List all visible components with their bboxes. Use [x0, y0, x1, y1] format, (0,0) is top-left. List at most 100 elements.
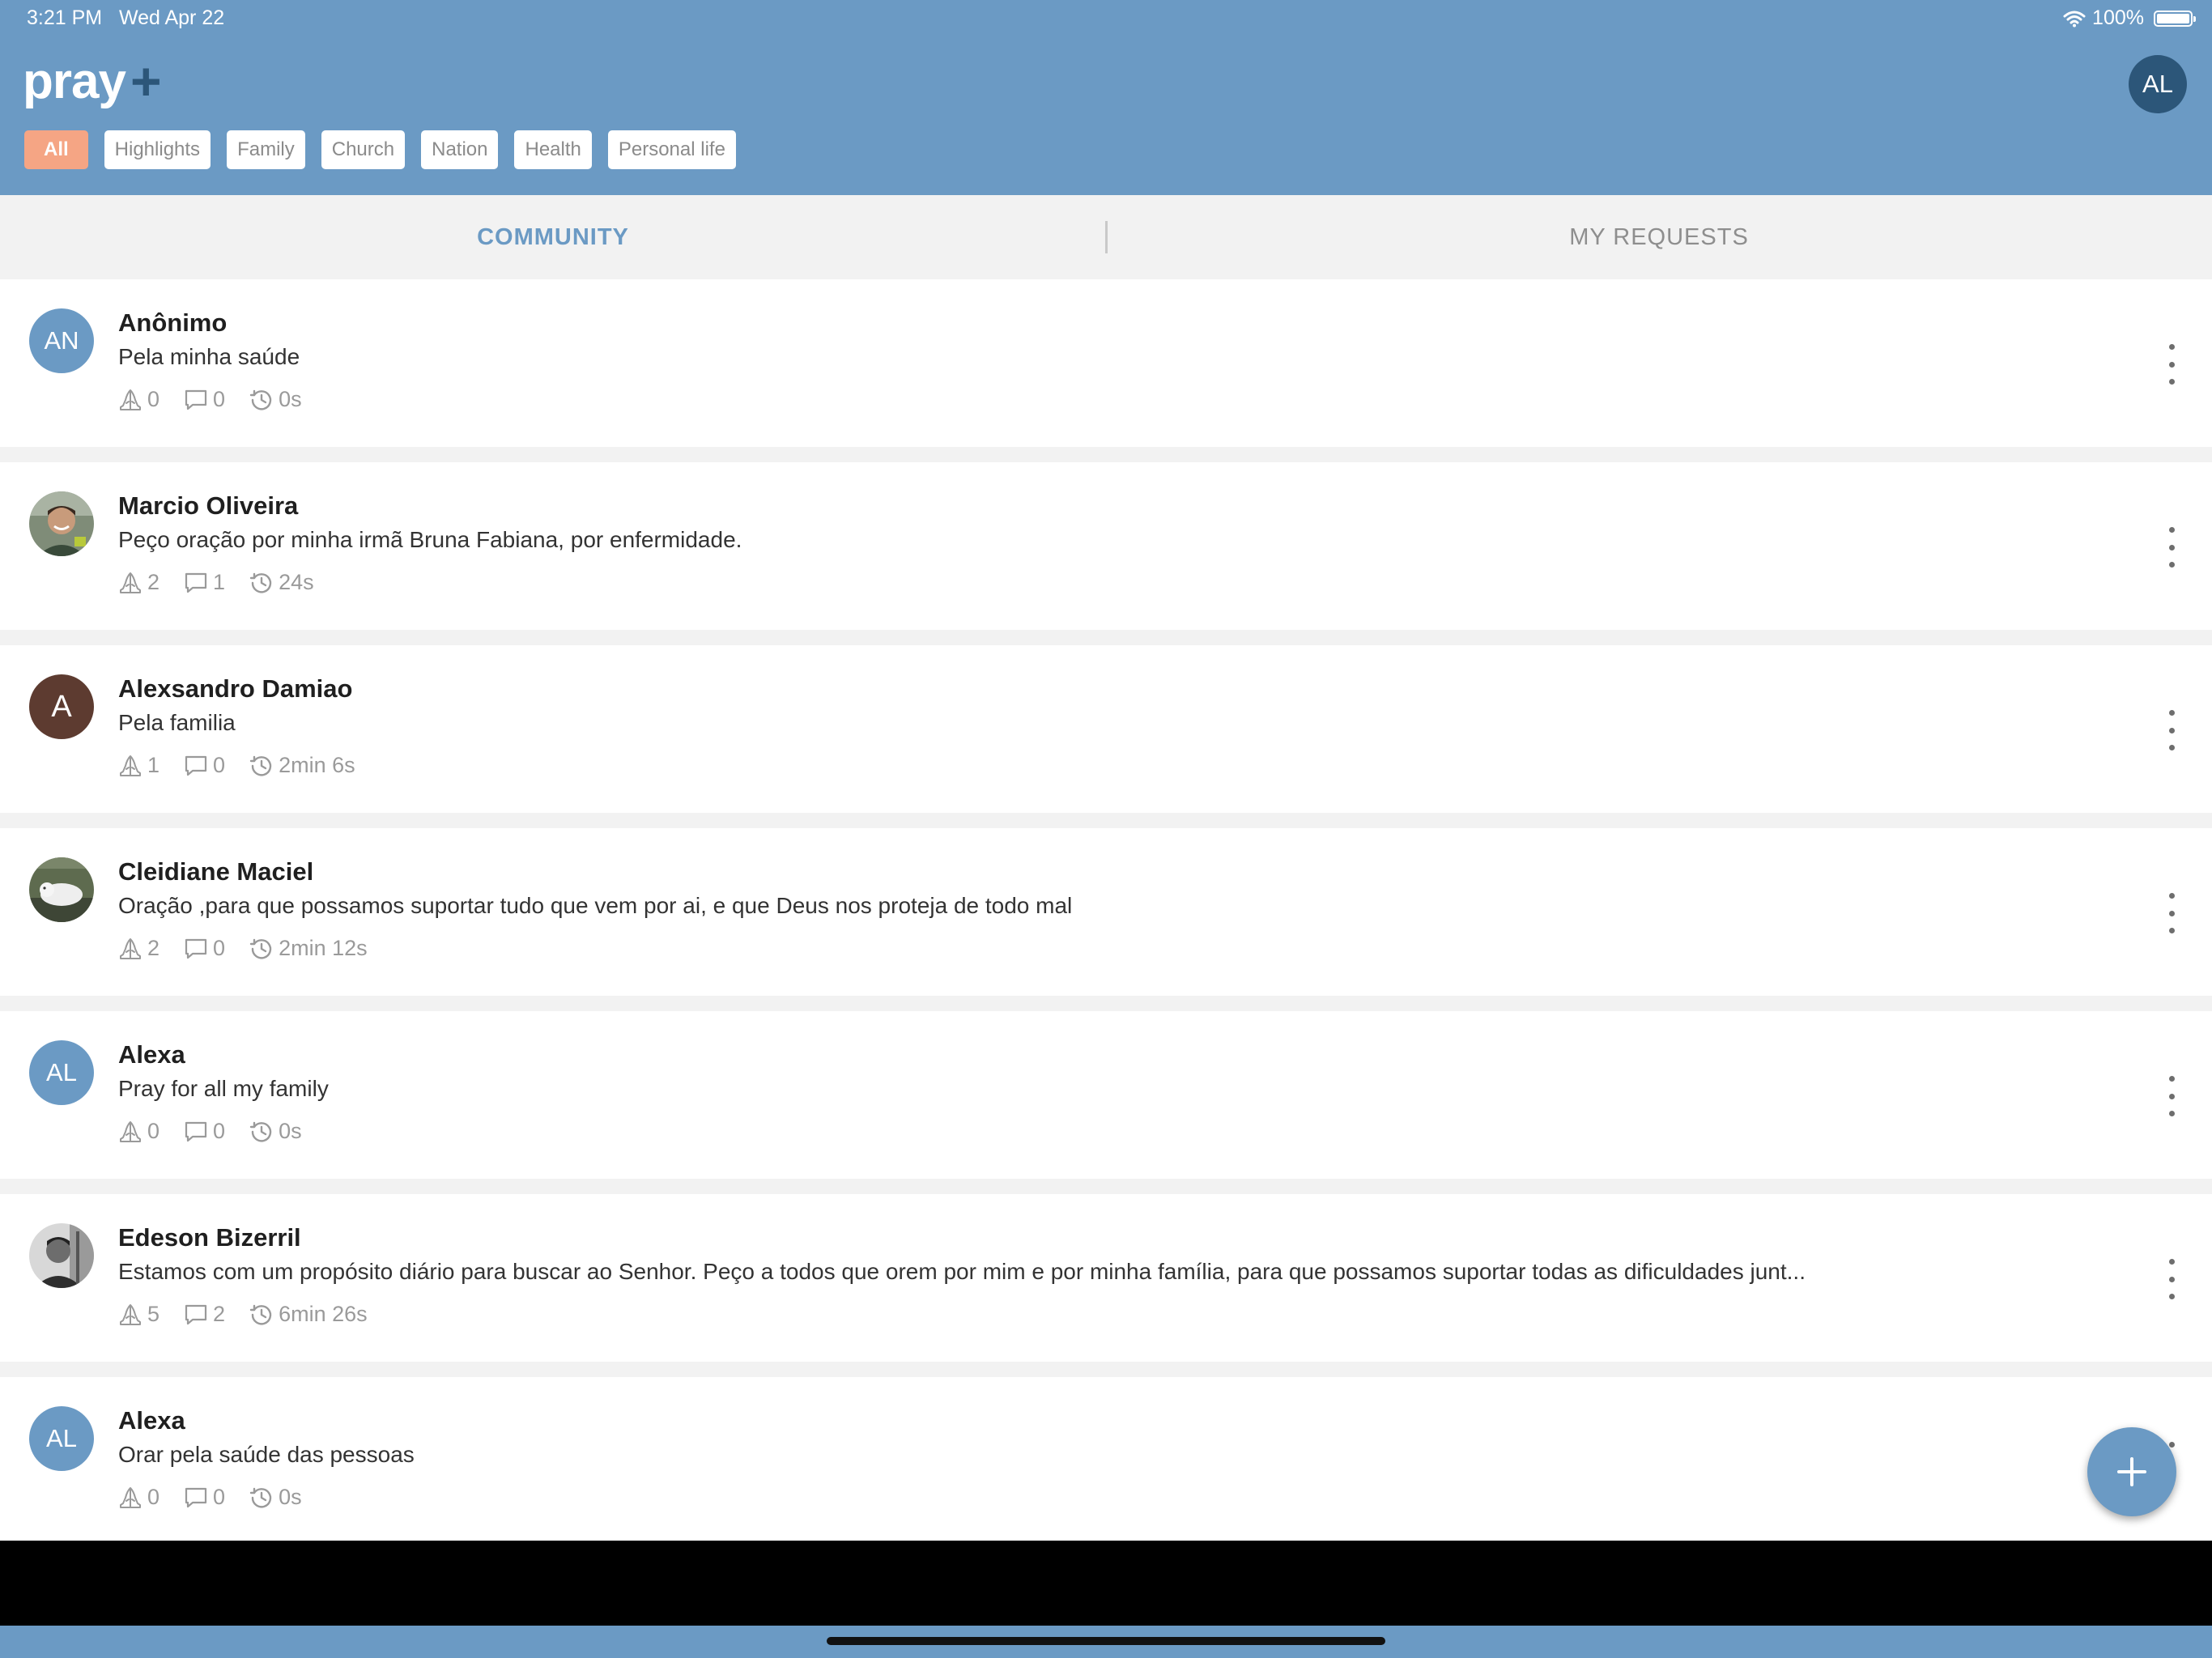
home-indicator[interactable]	[827, 1637, 1385, 1645]
more-vertical-icon[interactable]	[2163, 1259, 2180, 1299]
comment-bubble-icon	[184, 571, 208, 595]
filter-chip-family[interactable]: Family	[227, 130, 305, 169]
more-vertical-icon[interactable]	[2163, 527, 2180, 568]
elapsed-time: 0s	[249, 1485, 302, 1510]
prayer-text: Peço oração por minha irmã Bruna Fabiana…	[118, 527, 742, 552]
avatar[interactable]: AL	[29, 1040, 94, 1105]
avatar[interactable]	[29, 491, 94, 556]
more-vertical-icon[interactable]	[2163, 344, 2180, 385]
card-stats: 0 0 0s	[118, 1485, 326, 1510]
plus-icon	[2117, 1457, 2146, 1486]
filter-chip-all[interactable]: All	[24, 130, 88, 169]
comment-count-button[interactable]: 0	[184, 1119, 225, 1144]
elapsed-time: 2min 6s	[249, 753, 355, 778]
filter-chip-church[interactable]: Church	[321, 130, 406, 169]
user-avatar-button[interactable]: AL	[2129, 55, 2187, 113]
card-stats: 0 0 0s	[118, 1119, 326, 1144]
prayer-card[interactable]: Edeson Bizerril Estamos com um propósito…	[0, 1194, 2212, 1362]
more-vertical-icon[interactable]	[2163, 1076, 2180, 1116]
prayer-card[interactable]: AL Alexa Orar pela saúde das pessoas 0 0…	[0, 1377, 2212, 1541]
praying-hands-icon	[118, 571, 143, 595]
tab-my-requests[interactable]: MY REQUESTS	[1106, 195, 2212, 279]
prayer-card[interactable]: AN Anônimo Pela minha saúde 0 0 0s	[0, 279, 2212, 447]
author-name: Anônimo	[118, 308, 228, 337]
prayer-card[interactable]: Marcio Oliveira Peço oração por minha ir…	[0, 462, 2212, 630]
pray-count-button[interactable]: 1	[118, 753, 160, 778]
pray-count-button[interactable]: 5	[118, 1302, 160, 1327]
history-clock-icon	[249, 937, 274, 961]
praying-hands-icon	[118, 388, 143, 412]
prayer-text: Pray for all my family	[118, 1076, 329, 1101]
praying-hands-icon	[118, 754, 143, 778]
card-stats: 1 0 2min 6s	[118, 753, 380, 778]
elapsed-time: 24s	[249, 570, 314, 595]
more-vertical-icon[interactable]	[2163, 893, 2180, 933]
prayer-card[interactable]: Cleidiane Maciel Oração ,para que possam…	[0, 828, 2212, 996]
prayer-text: Pela familia	[118, 710, 236, 735]
prayer-text: Oração ,para que possamos suportar tudo …	[118, 893, 1073, 918]
history-clock-icon	[249, 1120, 274, 1144]
elapsed-time: 0s	[249, 1119, 302, 1144]
battery-percent: 100%	[2092, 6, 2144, 29]
history-clock-icon	[249, 1303, 274, 1327]
avatar[interactable]	[29, 1223, 94, 1288]
prayer-card[interactable]: A Alexsandro Damiao Pela familia 1 0 2mi…	[0, 645, 2212, 813]
tab-community[interactable]: COMMUNITY	[0, 195, 1106, 279]
home-bar	[0, 1626, 2212, 1658]
pray-count-button[interactable]: 2	[118, 570, 160, 595]
filter-chip-personal-life[interactable]: Personal life	[607, 130, 736, 169]
add-request-button[interactable]	[2087, 1427, 2176, 1516]
comment-bubble-icon	[184, 1486, 208, 1510]
avatar-photo	[29, 1223, 94, 1288]
praying-hands-icon	[118, 937, 143, 961]
comment-bubble-icon	[184, 754, 208, 778]
history-clock-icon	[249, 571, 274, 595]
history-clock-icon	[249, 1486, 274, 1510]
praying-hands-icon	[118, 1486, 143, 1510]
history-clock-icon	[249, 754, 274, 778]
comment-bubble-icon	[184, 1120, 208, 1144]
more-vertical-icon[interactable]	[2163, 710, 2180, 750]
author-name: Marcio Oliveira	[118, 491, 299, 520]
elapsed-time: 6min 26s	[249, 1302, 368, 1327]
pray-count-button[interactable]: 0	[118, 1485, 160, 1510]
avatar[interactable]: AL	[29, 1406, 94, 1471]
pray-count-button[interactable]: 2	[118, 936, 160, 961]
author-name: Cleidiane Maciel	[118, 857, 314, 886]
filter-chip-health[interactable]: Health	[514, 130, 592, 169]
filter-chip-nation[interactable]: Nation	[421, 130, 499, 169]
pray-count-button[interactable]: 0	[118, 1119, 160, 1144]
comment-count-button[interactable]: 0	[184, 753, 225, 778]
battery-icon	[2154, 10, 2196, 27]
pray-count-button[interactable]: 0	[118, 387, 160, 412]
wifi-icon	[2063, 11, 2086, 27]
prayer-text: Orar pela saúde das pessoas	[118, 1442, 415, 1467]
feed-tabs: COMMUNITY MY REQUESTS	[0, 195, 2212, 279]
comment-count-button[interactable]: 0	[184, 1485, 225, 1510]
praying-hands-icon	[118, 1303, 143, 1327]
author-name: Alexa	[118, 1040, 185, 1069]
comment-count-button[interactable]: 0	[184, 387, 225, 412]
comment-count-button[interactable]: 0	[184, 936, 225, 961]
app-header: 3:21 PM Wed Apr 22 100% pray + AL All Hig…	[0, 0, 2212, 195]
history-clock-icon	[249, 388, 274, 412]
comment-bubble-icon	[184, 1303, 208, 1327]
filter-chip-highlights[interactable]: Highlights	[104, 130, 211, 169]
elapsed-time: 2min 12s	[249, 936, 368, 961]
card-stats: 0 0 0s	[118, 387, 326, 412]
category-filter-bar: All Highlights Family Church Nation Heal…	[24, 130, 736, 169]
comment-bubble-icon	[184, 937, 208, 961]
avatar[interactable]	[29, 857, 94, 922]
avatar[interactable]: A	[29, 674, 94, 739]
app-logo: pray +	[23, 51, 162, 111]
author-name: Edeson Bizerril	[118, 1223, 301, 1252]
avatar[interactable]: AN	[29, 308, 94, 373]
prayer-card[interactable]: AL Alexa Pray for all my family 0 0 0s	[0, 1011, 2212, 1179]
comment-count-button[interactable]: 2	[184, 1302, 225, 1327]
comment-bubble-icon	[184, 388, 208, 412]
comment-count-button[interactable]: 1	[184, 570, 225, 595]
prayer-text: Estamos com um propósito diário para bus…	[118, 1259, 1806, 1284]
card-stats: 2 0 2min 12s	[118, 936, 392, 961]
avatar-photo	[29, 857, 94, 922]
author-name: Alexsandro Damiao	[118, 674, 353, 703]
